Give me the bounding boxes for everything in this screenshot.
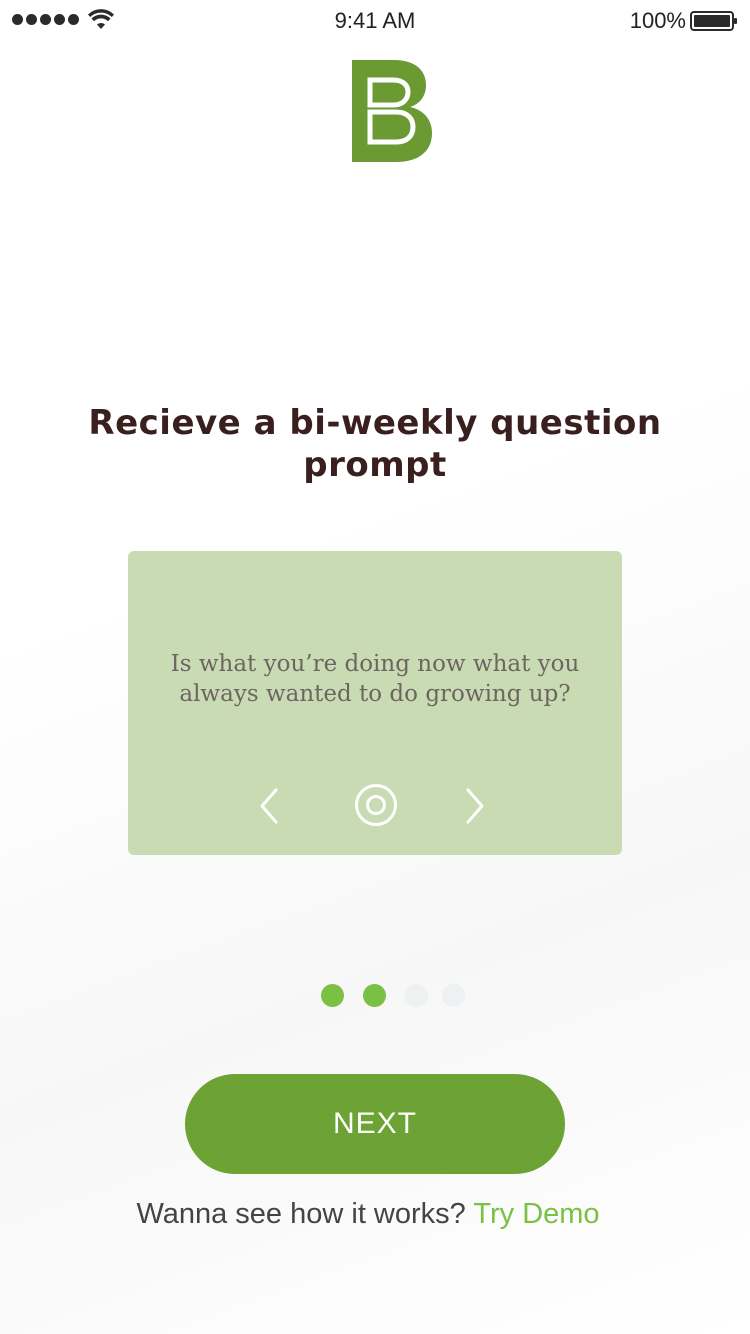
- prompt-question: Is what you’re doing now what you always…: [170, 651, 580, 707]
- page-dot-1[interactable]: [321, 984, 344, 1007]
- page-dot-4[interactable]: [442, 984, 465, 1007]
- record-icon[interactable]: [354, 783, 398, 827]
- onboarding-title: Recieve a bi-weekly question prompt: [88, 403, 662, 485]
- page-indicator: [321, 984, 471, 1008]
- chevron-left-icon[interactable]: [256, 787, 284, 825]
- status-bar: 9:41 AM 100%: [0, 0, 750, 40]
- next-button[interactable]: NEXT: [185, 1074, 565, 1174]
- battery-icon: [690, 11, 737, 31]
- try-demo-link[interactable]: Try Demo: [473, 1198, 599, 1230]
- page-dot-3[interactable]: [405, 984, 428, 1007]
- page-dot-2[interactable]: [363, 984, 386, 1007]
- chevron-right-icon[interactable]: [460, 787, 488, 825]
- prompt-card: Is what you’re doing now what you always…: [128, 551, 622, 855]
- b-logo-icon: [352, 60, 432, 162]
- demo-prompt-text: Wanna see how it works?: [136, 1198, 466, 1230]
- battery-percent: 100%: [629, 8, 686, 33]
- demo-prompt: Wanna see how it works? Try Demo: [0, 1198, 736, 1231]
